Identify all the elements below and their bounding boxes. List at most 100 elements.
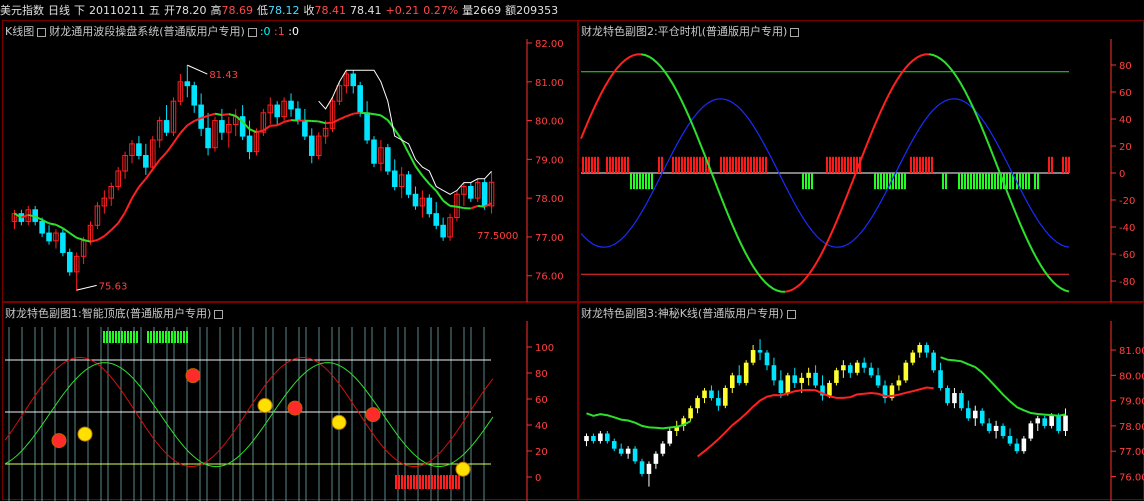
signal-bar-red bbox=[678, 157, 680, 173]
bottom-signal-bar bbox=[395, 475, 397, 489]
signal-bar-red bbox=[750, 157, 752, 173]
bottom-signal-bar bbox=[413, 475, 415, 489]
ma-segment bbox=[284, 120, 291, 122]
ma-segment bbox=[77, 238, 84, 240]
ma-segment bbox=[471, 206, 478, 209]
smile-signal-icon bbox=[456, 462, 470, 476]
ma-segment bbox=[118, 212, 125, 223]
candle-body bbox=[737, 375, 742, 383]
candle-body bbox=[482, 183, 487, 206]
candle-body bbox=[144, 155, 149, 167]
candle-body bbox=[987, 423, 992, 431]
bottom-signal-bar bbox=[425, 475, 427, 489]
candle-body bbox=[744, 363, 749, 383]
price-tick-label: 82.00 bbox=[535, 39, 564, 50]
signal-bar-green bbox=[961, 173, 963, 189]
sub1-panel[interactable]: 100806040200 财龙特色副图1:智能顶底(普通版用户专用) bbox=[2, 302, 578, 500]
sub3-panel[interactable]: 81.0080.0079.0078.0077.0076.00 财龙特色副图3:神… bbox=[578, 302, 1144, 500]
symbol-name[interactable]: 美元指数 bbox=[0, 2, 44, 18]
signal-bar-green bbox=[976, 173, 978, 189]
top-signal-bar bbox=[124, 331, 126, 343]
indicator-name[interactable]: 财龙通用波段操盘系统(普通版用户专用) bbox=[49, 25, 245, 38]
candle-body bbox=[289, 101, 294, 109]
sub3-title-text[interactable]: 财龙特色副图3:神秘K线(普通版用户专用) bbox=[581, 307, 784, 320]
main-kline-panel[interactable]: 82.0081.0080.0079.0078.0077.0076.0081.43… bbox=[2, 20, 578, 302]
signal-bar-green bbox=[958, 173, 960, 189]
ma-segment bbox=[457, 207, 464, 208]
ma-segment bbox=[374, 114, 381, 115]
candle-body bbox=[688, 408, 693, 418]
signal-bar-green bbox=[964, 173, 966, 189]
signal-bar-red bbox=[609, 157, 611, 173]
ma-segment bbox=[478, 206, 485, 207]
ma-segment bbox=[353, 113, 360, 114]
candle-body bbox=[709, 391, 714, 399]
signal-bar-red bbox=[847, 157, 849, 173]
close-timing-chart[interactable]: 806040200-20-40-60-80 bbox=[579, 21, 1144, 303]
signal-bar-green bbox=[1009, 173, 1011, 189]
signal-bar-red bbox=[594, 157, 596, 173]
top-signal-dot bbox=[52, 434, 66, 448]
top-signal-bar bbox=[180, 331, 182, 343]
ma-segment bbox=[409, 153, 416, 166]
sub1-title-text[interactable]: 财龙特色副图1:智能顶底(普通版用户专用) bbox=[5, 307, 211, 320]
high-marker-line bbox=[187, 65, 207, 74]
open-label: 开 bbox=[164, 2, 175, 18]
amount-value: 209353 bbox=[516, 4, 558, 17]
kline-tab-label[interactable]: K线图 bbox=[5, 25, 34, 38]
candle-body bbox=[591, 436, 596, 441]
kline-chart[interactable]: 82.0081.0080.0079.0078.0077.0076.0081.43… bbox=[3, 21, 579, 303]
price-tick-label: 78.00 bbox=[535, 194, 564, 205]
amount-label: 额 bbox=[505, 2, 516, 18]
close-label: 收 bbox=[304, 2, 315, 18]
price-tick-label: 77.00 bbox=[1119, 447, 1144, 458]
signal-bar-red bbox=[729, 157, 731, 173]
signal-bar-red bbox=[735, 157, 737, 173]
candle-body bbox=[303, 121, 308, 137]
sub2-title-text[interactable]: 财龙特色副图2:平仓时机(普通版用户专用) bbox=[581, 25, 787, 38]
high-annotation: 81.43 bbox=[209, 70, 238, 81]
candle-body bbox=[619, 449, 624, 454]
candle-body bbox=[647, 464, 652, 474]
candle-body bbox=[695, 398, 700, 408]
top-signal-bar bbox=[168, 331, 170, 343]
flag-0: :0 bbox=[260, 25, 271, 38]
signal-bar-red bbox=[835, 157, 837, 173]
top-bottom-chart[interactable]: 100806040200 bbox=[3, 303, 579, 501]
signal-bar-green bbox=[973, 173, 975, 189]
candle-body bbox=[730, 375, 735, 388]
candle-body bbox=[959, 393, 964, 408]
signal-bar-red bbox=[838, 157, 840, 173]
panel-menu-icon[interactable] bbox=[787, 310, 796, 319]
panel-menu-icon[interactable] bbox=[248, 28, 257, 37]
mystery-kline-chart[interactable]: 81.0080.0079.0078.0077.0076.00 bbox=[579, 303, 1144, 501]
signal-bar-green bbox=[904, 173, 906, 189]
bottom-signal-bar bbox=[458, 475, 460, 489]
value-tick-label: 40 bbox=[535, 421, 548, 432]
panel-menu-icon[interactable] bbox=[790, 28, 799, 37]
period-label[interactable]: 日线 bbox=[48, 2, 70, 18]
panel-menu-icon[interactable] bbox=[214, 310, 223, 319]
price-tick-label: 81.00 bbox=[535, 78, 564, 89]
ma-segment bbox=[153, 160, 160, 169]
signal-bar-green bbox=[805, 173, 807, 189]
signal-bar-red bbox=[829, 157, 831, 173]
signal-bar-red bbox=[624, 157, 626, 173]
candle-body bbox=[1056, 416, 1061, 431]
signal-bar-green bbox=[1022, 173, 1024, 189]
signal-bar-red bbox=[702, 157, 704, 173]
candle-body bbox=[351, 74, 356, 86]
top-signal-bar bbox=[147, 331, 149, 343]
signal-bar-red bbox=[925, 157, 927, 173]
high-label: 高 bbox=[211, 2, 222, 18]
candle-body bbox=[584, 436, 589, 441]
candle-body bbox=[765, 353, 770, 366]
signal-bar-green bbox=[945, 173, 947, 189]
sub2-panel[interactable]: 806040200-20-40-60-80 财龙特色副图2:平仓时机(普通版用户… bbox=[578, 20, 1144, 302]
value-tick-label: -40 bbox=[1119, 223, 1135, 234]
green-oscillator-line bbox=[5, 363, 493, 467]
ma-segment bbox=[339, 116, 346, 119]
panel-menu-icon[interactable] bbox=[37, 28, 46, 37]
signal-bar-red bbox=[597, 157, 599, 173]
ma-segment bbox=[222, 114, 229, 115]
